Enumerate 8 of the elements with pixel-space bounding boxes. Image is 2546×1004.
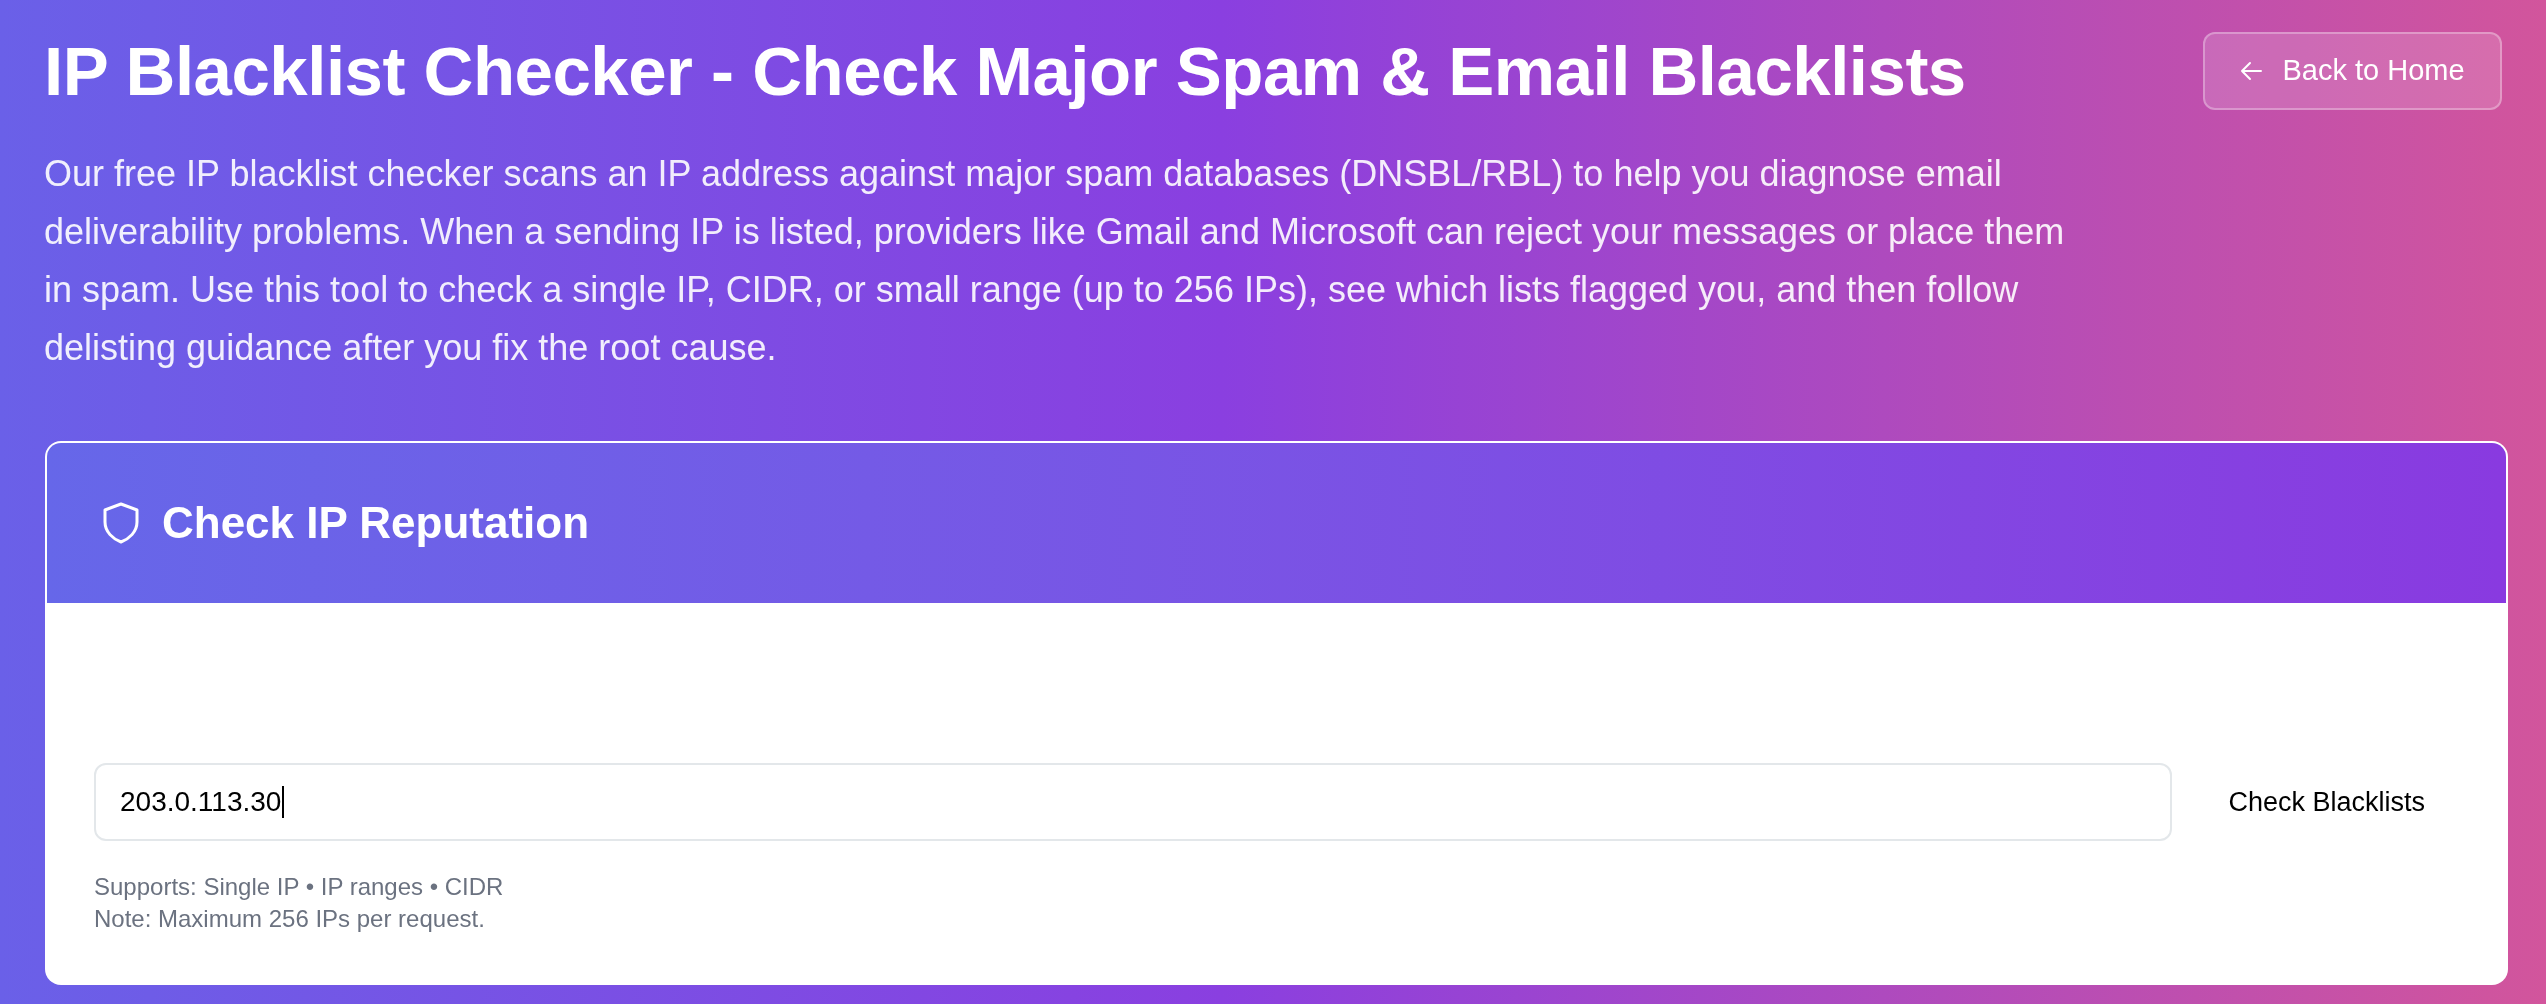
card-title: Check IP Reputation — [162, 497, 590, 549]
page-title: IP Blacklist Checker - Check Major Spam & Email Blacklists — [44, 32, 1967, 112]
help-text: Note: Maximum 256 IPs per request. — [94, 904, 486, 934]
shield-icon — [102, 502, 140, 544]
ip-input-field[interactable]: 203.0.113.30 — [94, 763, 2173, 841]
arrow-left-icon — [2240, 61, 2263, 81]
page-description: Our free IP blacklist checker scans an IP address against major spam databases (DNSBL/RBL) to help you diagnose email deliverability problems. When a sending IP is listed, providers like Gmail and Microsoft can reject your messages or place them in spam. Use this tool to check a single IP, CIDR, or small range (up to 256 IPs), see which lists flagged you, and then follow delisting guidance after you fix the root cause. — [44, 152, 2066, 370]
help-text: Supports: Single IP • IP ranges • CIDR — [94, 872, 505, 902]
